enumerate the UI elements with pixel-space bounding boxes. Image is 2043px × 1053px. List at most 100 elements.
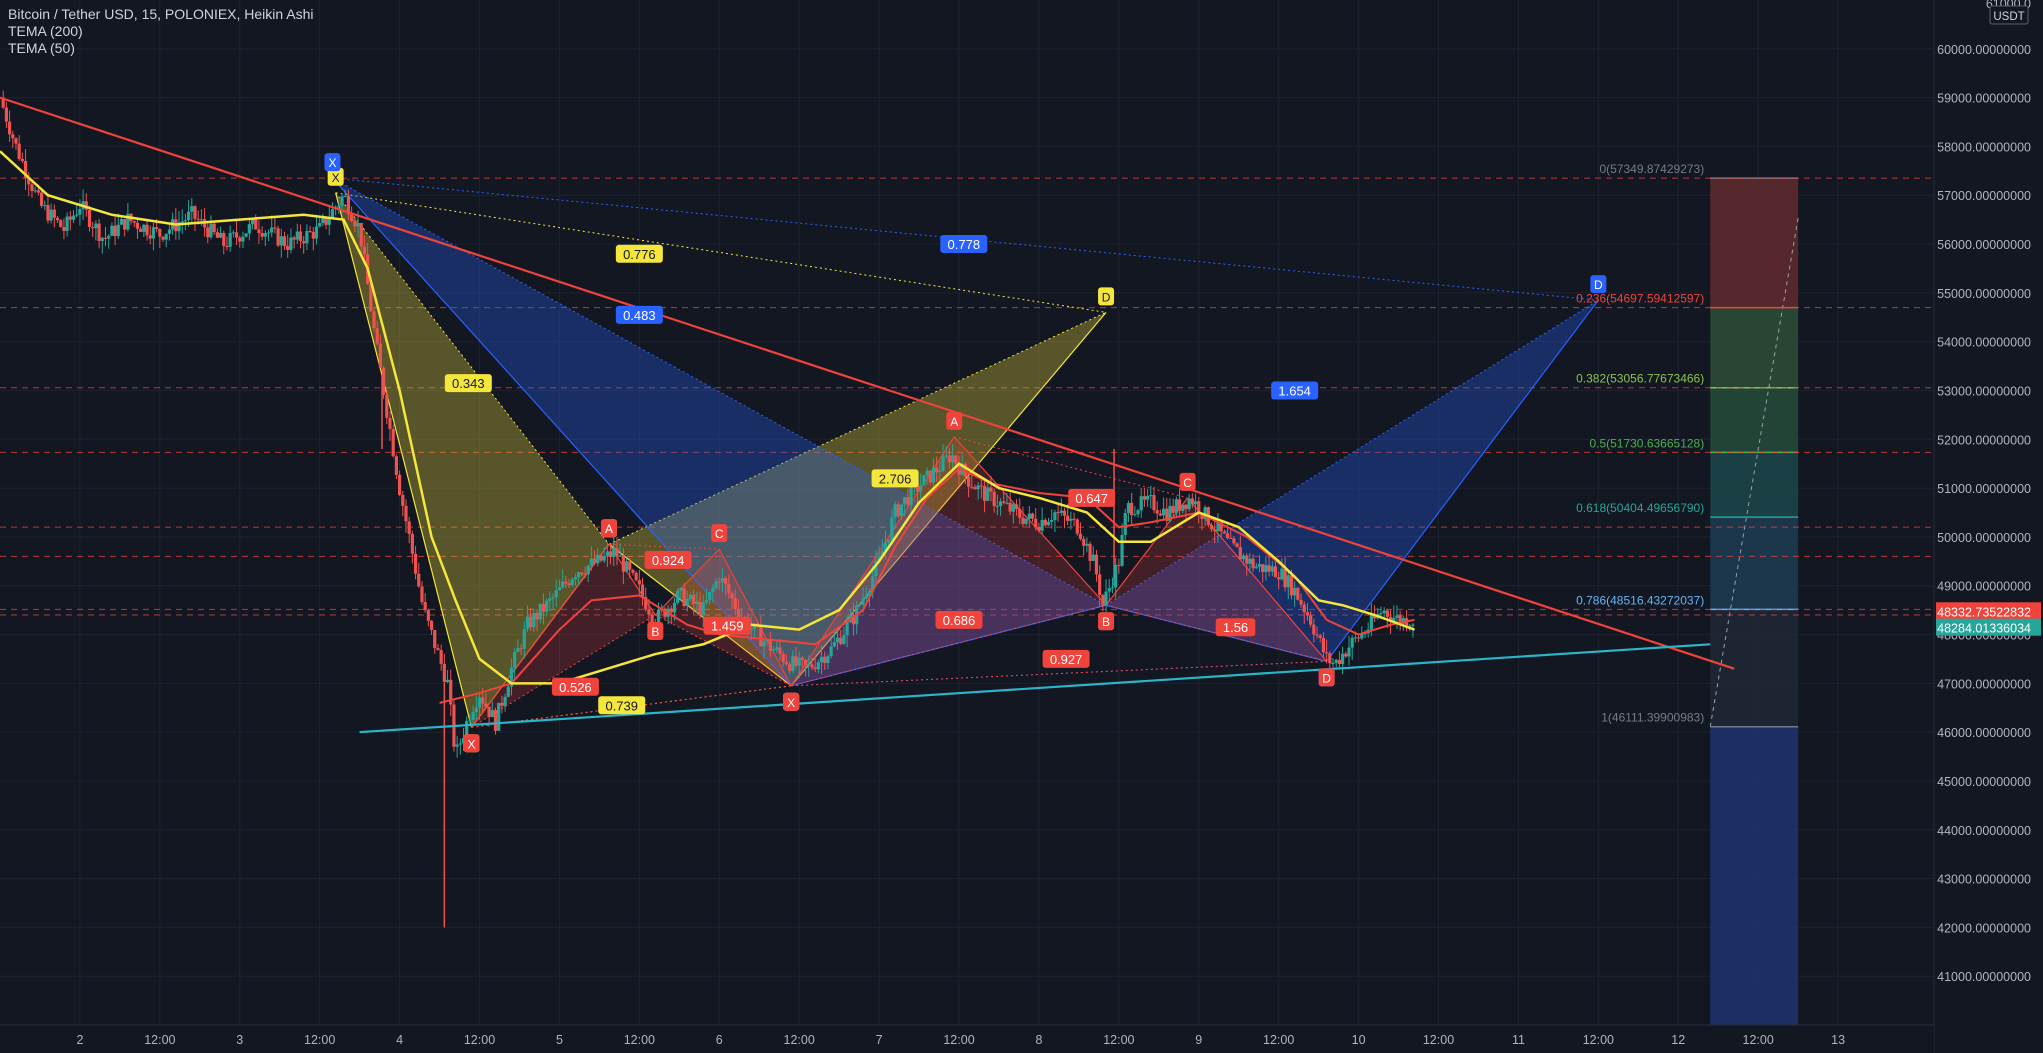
x-tick-label-20: 12: [1671, 1033, 1685, 1047]
red-pattern-1-point-A: A: [600, 519, 617, 538]
candle-body-290: [928, 470, 932, 483]
y-tick-label-4: 45000.00000000: [1937, 775, 2031, 789]
candle-body-120: [385, 394, 389, 418]
indicator-tema-200[interactable]: TEMA (200): [8, 23, 314, 40]
indicator-tema-50[interactable]: TEMA (50): [8, 40, 314, 57]
candle-body-325: [1040, 519, 1044, 531]
candle-body-56: [180, 221, 184, 223]
yellow-pattern-point-D: D: [1098, 287, 1115, 306]
candle-body-318: [1018, 508, 1022, 518]
fib-level-label-3: 0.5(51730.63665128): [1589, 436, 1704, 450]
candle-body-99: [318, 223, 322, 227]
candle-body-313: [1002, 501, 1006, 503]
candle-body-110: [353, 221, 357, 227]
candle-body-355: [1136, 510, 1140, 515]
y-tick-label-18: 59000.00000000: [1937, 92, 2031, 106]
x-tick-label-2: 3: [236, 1033, 243, 1047]
yellow-pattern-point-D-text: D: [1102, 290, 1111, 304]
candle-body-112: [359, 222, 363, 247]
yellow-pattern-ratio-2: 0.776: [615, 244, 663, 263]
candle-body-307: [982, 486, 987, 501]
candle-body-37: [119, 219, 124, 225]
candle-body-283: [906, 497, 910, 505]
candle-body-352: [1126, 503, 1131, 514]
candle-body-80: [257, 229, 261, 234]
candle-body-135: [433, 630, 437, 649]
fib-level-label-6: 1(46111.39900983): [1601, 711, 1704, 725]
candle-body-297: [951, 455, 955, 463]
candle-body-228: [730, 593, 734, 599]
candle-body-85: [273, 227, 277, 229]
x-tick-label-4: 4: [396, 1033, 403, 1047]
candle-body-258: [826, 656, 830, 664]
candle-body-74: [238, 237, 242, 242]
chart[interactable]: 0.343 2.706 0.776 0.739 X A B C D 0.483 1.654 0.778…: [0, 0, 2043, 1053]
red-pattern-2-ratio-1-text: 0.686: [943, 613, 976, 628]
candle-body-94: [302, 241, 306, 244]
yellow-pattern-ratio-3: 0.739: [598, 696, 646, 715]
fib-level-label-5: 0.786(48516.43272037): [1576, 593, 1704, 607]
candle-body-122: [391, 428, 395, 457]
candle-body-213: [682, 588, 686, 606]
candle-body-264: [845, 622, 849, 636]
candle-body-190: [608, 551, 613, 558]
candle-body-402: [1286, 575, 1290, 588]
candle-body-385: [1232, 538, 1236, 544]
yellow-pattern-ratio-1: 2.706: [871, 469, 919, 488]
chart-canvas[interactable]: 0.343 2.706 0.776 0.739 X A B C D 0.483 1.654 0.778…: [0, 0, 2043, 1053]
candle-body-137: [439, 650, 443, 664]
candle-body-308: [986, 487, 990, 501]
candle-body-384: [1229, 538, 1233, 540]
red-pattern-1-point-X-text: X: [468, 737, 476, 751]
candle-body-133: [426, 610, 430, 621]
candle-body-404: [1293, 587, 1297, 596]
candle-body-97: [311, 231, 315, 239]
candle-body-354: [1133, 514, 1137, 516]
candle-body-50: [161, 236, 165, 240]
x-tick-label-22: 13: [1831, 1033, 1845, 1047]
candle-body-155: [497, 702, 501, 731]
candle-body-260: [832, 642, 836, 647]
candle-body-387: [1238, 546, 1242, 560]
candle-body-43: [139, 228, 143, 232]
candle-body-131: [420, 586, 424, 603]
x-tick-label-17: 12:00: [1423, 1033, 1454, 1047]
red-pattern-2-ratio-3-text: 0.927: [1050, 652, 1083, 667]
candle-body-151: [484, 703, 488, 707]
candle-body-303: [970, 486, 974, 488]
candle-body-111: [356, 222, 360, 227]
candle-body-319: [1021, 517, 1025, 524]
candle-body-327: [1046, 521, 1051, 526]
candle-body-126: [404, 505, 408, 522]
candle-body-132: [423, 602, 427, 611]
candle-body-6: [20, 158, 24, 161]
candle-body-180: [577, 572, 581, 577]
red-pattern-2-ratio-3: 0.927: [1042, 649, 1090, 668]
fib-zone-below: [1710, 726, 1799, 1025]
candle-body-401: [1283, 568, 1287, 588]
x-tick-label-9: 12:00: [784, 1033, 815, 1047]
candle-body-116: [372, 311, 376, 329]
candle-body-422: [1350, 637, 1354, 648]
red-pattern-1-point-C-text: C: [715, 527, 724, 541]
candle-body-174: [557, 587, 562, 591]
price-badge-0: 48332.73522832: [1936, 602, 2041, 620]
candle-body-107: [343, 195, 347, 197]
candle-body-194: [621, 555, 625, 572]
candle-body-323: [1034, 518, 1038, 527]
blue-pattern-ratio-2: 0.778: [940, 235, 988, 254]
red-pattern-2-point-C-text: C: [1183, 476, 1192, 490]
red-pattern-2-point-D: D: [1318, 668, 1335, 687]
candle-body-280: [896, 504, 900, 517]
candle-body-87: [279, 236, 283, 246]
red-pattern-1-point-B: B: [647, 622, 664, 640]
candle-body-9: [30, 184, 34, 191]
candle-body-193: [618, 555, 622, 557]
candle-body-242: [775, 647, 779, 650]
candle-body-400: [1280, 568, 1284, 580]
candle-body-226: [724, 578, 728, 585]
x-tick-label-1: 12:00: [144, 1033, 175, 1047]
x-tick-label-16: 10: [1352, 1033, 1366, 1047]
candle-body-270: [864, 596, 868, 599]
candle-body-246: [787, 664, 792, 671]
